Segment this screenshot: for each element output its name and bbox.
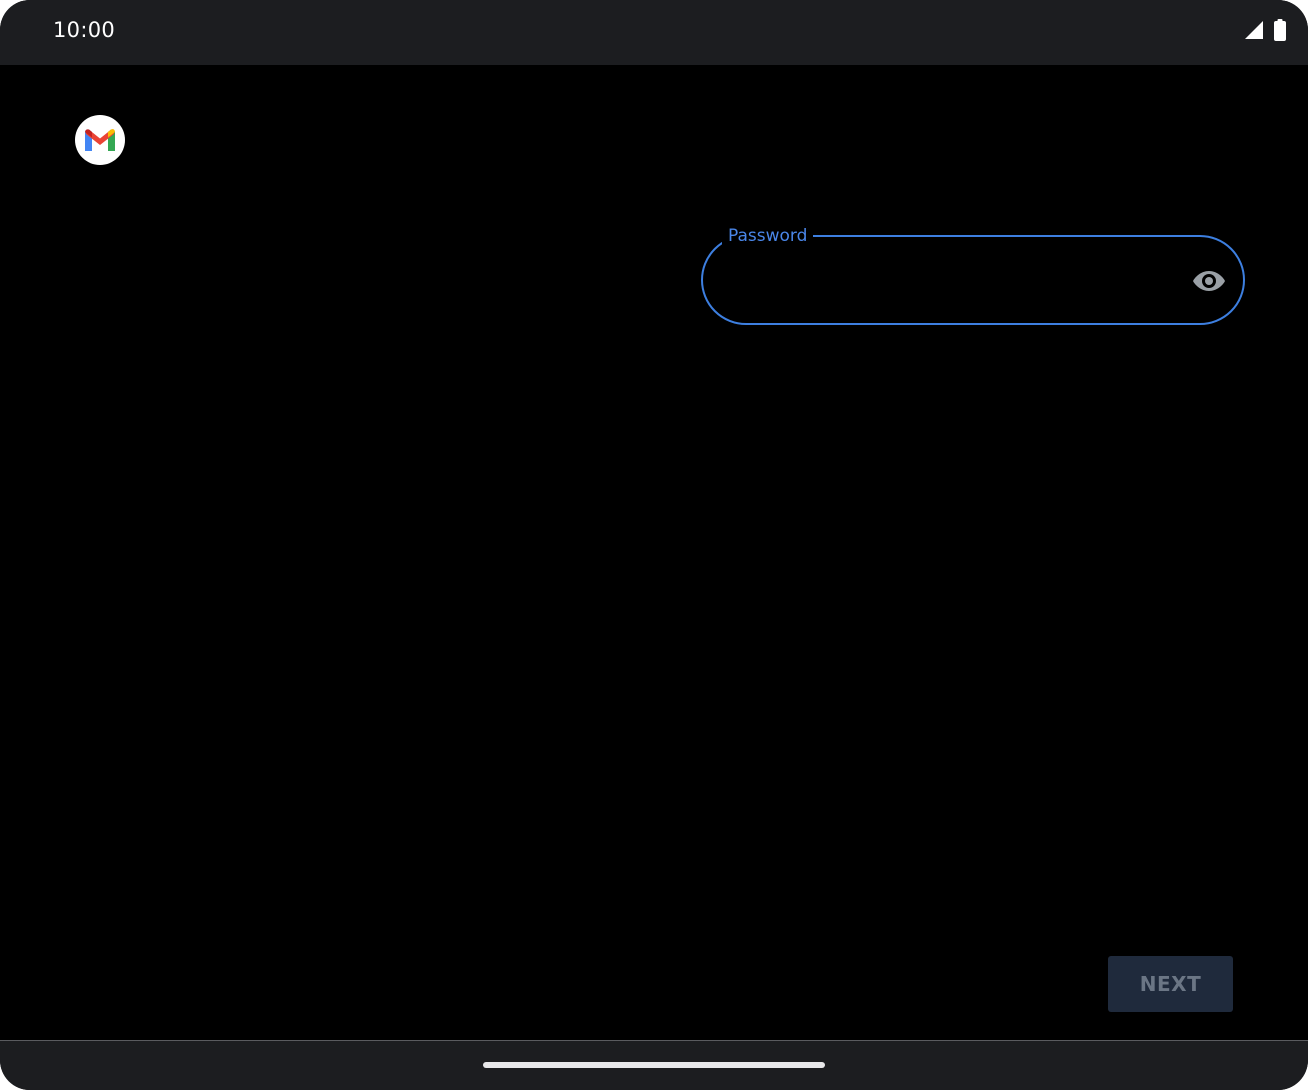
password-input[interactable] bbox=[733, 257, 1177, 305]
password-field-label: Password bbox=[722, 225, 814, 247]
gmail-logo-icon bbox=[75, 115, 125, 165]
status-bar: 10:00 bbox=[0, 0, 1308, 65]
battery-icon bbox=[1274, 18, 1286, 46]
cellular-signal-icon bbox=[1244, 20, 1264, 45]
navigation-bar bbox=[0, 1040, 1308, 1090]
next-button[interactable]: NEXT bbox=[1108, 956, 1233, 1012]
status-time: 10:00 bbox=[53, 18, 116, 42]
status-icons bbox=[1244, 18, 1286, 46]
eye-icon[interactable] bbox=[1191, 263, 1227, 299]
password-field[interactable]: Password bbox=[701, 225, 1245, 325]
home-gesture-handle[interactable] bbox=[483, 1062, 825, 1068]
device-screen: 10:00 Password NEXT bbox=[0, 0, 1308, 1090]
